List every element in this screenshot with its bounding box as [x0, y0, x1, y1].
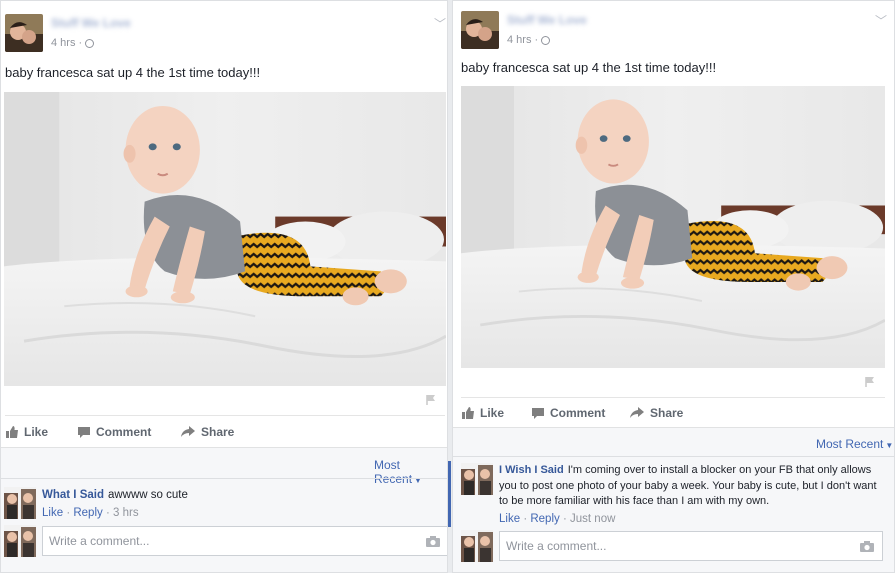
camera-icon[interactable] — [426, 535, 440, 547]
chevron-down-icon[interactable]: ﹀ — [434, 15, 446, 32]
post-card-right: Stuff We Love 4 hrs · ﹀ baby francesca s… — [452, 0, 895, 573]
write-comment-row: Write a comment... — [4, 525, 447, 557]
chevron-down-icon[interactable]: ﹀ — [875, 12, 887, 29]
most-recent-dropdown[interactable]: Most Recent ▼ — [374, 458, 447, 486]
globe-icon — [85, 38, 95, 48]
comment: I Wish I Said I'm coming over to install … — [461, 463, 885, 527]
globe-icon — [541, 35, 551, 45]
post-text: baby francesca sat up 4 the 1st time tod… — [5, 65, 261, 80]
divider — [461, 397, 885, 398]
share-button[interactable]: Share — [630, 406, 683, 420]
post-text: baby francesca sat up 4 the 1st time tod… — [461, 60, 717, 75]
commenter-name[interactable]: What I Said — [42, 489, 104, 501]
like-button[interactable]: Like — [6, 425, 78, 439]
post-meta: 4 hrs · — [507, 34, 587, 46]
comment: What I Said awwww so cute Like · Reply · … — [4, 487, 444, 521]
post-meta: 4 hrs · — [51, 37, 131, 49]
comment-input[interactable]: Write a comment... — [499, 531, 883, 561]
comment-reply-link[interactable]: Reply — [73, 507, 102, 519]
share-button[interactable]: Share — [181, 425, 234, 439]
share-icon — [181, 426, 195, 437]
post-actions: Like Comment Share — [6, 425, 446, 439]
comment-like-link[interactable]: Like — [42, 507, 63, 519]
comment-reply-link[interactable]: Reply — [530, 513, 559, 525]
caret-down-icon: ▼ — [885, 441, 894, 450]
post-header: Stuff We Love 4 hrs · — [5, 14, 131, 52]
write-comment-row: Write a comment... — [461, 530, 883, 562]
flag-icon[interactable] — [864, 376, 876, 388]
divider — [5, 415, 445, 416]
post-actions: Like Comment Share — [462, 406, 886, 420]
commenter-name[interactable]: I Wish I Said — [499, 464, 564, 476]
like-button[interactable]: Like — [462, 406, 532, 420]
page-name[interactable]: Stuff We Love — [507, 13, 587, 27]
post-time[interactable]: 4 hrs — [51, 37, 75, 49]
active-comment-indicator — [448, 461, 451, 527]
comment-icon — [532, 408, 544, 419]
post-photo[interactable] — [4, 92, 446, 386]
post-header: Stuff We Love 4 hrs · — [461, 11, 587, 49]
most-recent-dropdown[interactable]: Most Recent ▼ — [816, 437, 893, 451]
commenter-avatar[interactable] — [4, 487, 36, 519]
comment-text: awwww so cute — [107, 489, 188, 501]
post-photo[interactable] — [461, 86, 885, 368]
page-avatar[interactable] — [5, 14, 43, 52]
post-time[interactable]: 4 hrs — [507, 34, 531, 46]
flag-icon[interactable] — [425, 394, 437, 406]
post-card-left: Stuff We Love 4 hrs · ﹀ baby francesca s… — [0, 0, 448, 573]
comment-icon — [78, 427, 90, 438]
comment-time[interactable]: 3 hrs — [113, 507, 139, 519]
page-name[interactable]: Stuff We Love — [51, 16, 131, 30]
user-avatar — [4, 525, 36, 557]
camera-icon[interactable] — [860, 540, 874, 552]
share-icon — [630, 407, 644, 418]
page-avatar[interactable] — [461, 11, 499, 49]
user-avatar — [461, 530, 493, 562]
comment-like-link[interactable]: Like — [499, 513, 520, 525]
like-icon — [462, 407, 474, 419]
comment-time[interactable]: Just now — [570, 513, 615, 525]
commenter-avatar[interactable] — [461, 463, 493, 495]
divider — [1, 478, 447, 479]
comment-button[interactable]: Comment — [78, 425, 181, 439]
comment-button[interactable]: Comment — [532, 406, 630, 420]
like-icon — [6, 426, 18, 438]
divider — [453, 456, 894, 457]
comment-input[interactable]: Write a comment... — [42, 526, 447, 556]
